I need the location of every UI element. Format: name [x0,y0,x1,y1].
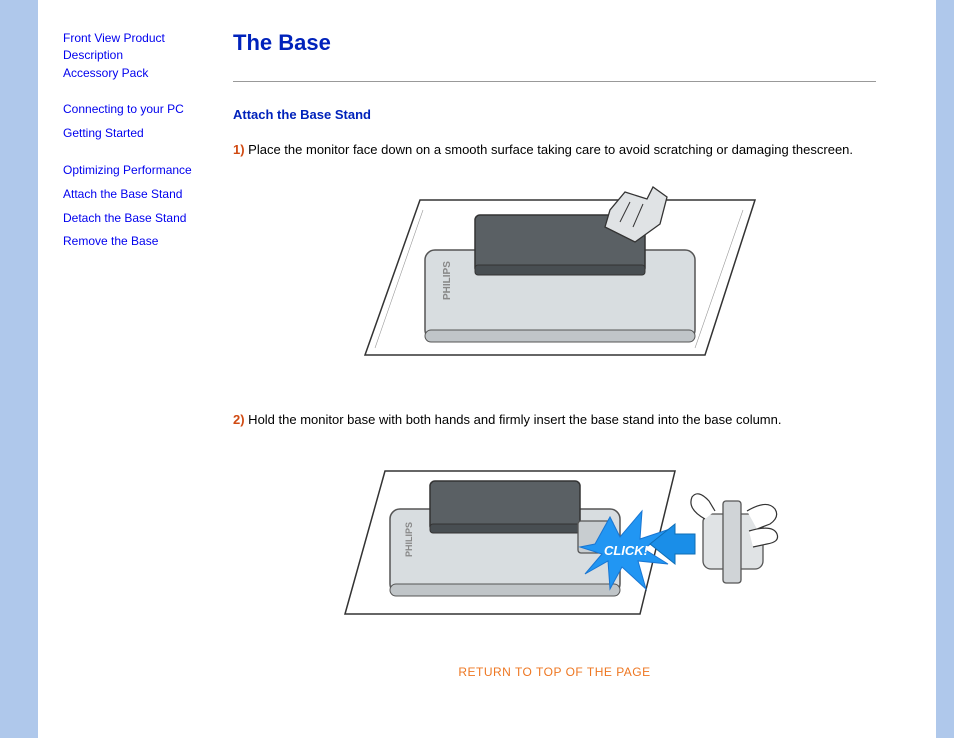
nav-link-accessory-pack[interactable]: Accessory Pack [63,65,213,82]
nav-link-attach-base[interactable]: Attach the Base Stand [63,186,213,203]
divider [233,81,876,82]
svg-text:PHILIPS: PHILIPS [442,260,453,299]
main-content: The Base Attach the Base Stand 1) Place … [223,0,936,738]
nav-link-getting-started[interactable]: Getting Started [63,125,213,142]
page-title: The Base [233,30,876,56]
monitor-facedown-illustration: PHILIPS [345,180,765,375]
step-1: 1) Place the monitor face down on a smoo… [233,140,876,160]
step-2-text: Hold the monitor base with both hands an… [245,412,782,427]
section-title: Attach the Base Stand [233,107,876,122]
step-1-text: Place the monitor face down on a smooth … [245,142,853,157]
illustration-1: PHILIPS [233,180,876,375]
nav-group-3: Optimizing Performance Attach the Base S… [63,162,213,250]
insert-base-illustration: PHILIPS CLICK! [330,449,780,629]
nav-group-2: Connecting to your PC Getting Started [63,101,213,142]
return-to-top-link[interactable]: RETURN TO TOP OF THE PAGE [458,665,650,679]
svg-text:CLICK!: CLICK! [603,543,648,558]
step-2-number: 2) [233,412,245,427]
left-accent-bar [0,0,38,738]
nav-link-optimizing[interactable]: Optimizing Performance [63,162,213,179]
step-2: 2) Hold the monitor base with both hands… [233,410,876,430]
nav-link-front-view[interactable]: Front View Product Description [63,30,213,64]
right-accent-bar [936,0,954,738]
sidebar-nav: Front View Product Description Accessory… [38,0,223,738]
step-1-number: 1) [233,142,245,157]
illustration-2: PHILIPS CLICK! [233,449,876,629]
svg-text:PHILIPS: PHILIPS [404,522,414,557]
nav-group-1: Front View Product Description Accessory… [63,30,213,81]
nav-link-remove-base[interactable]: Remove the Base [63,233,213,250]
nav-link-connecting-pc[interactable]: Connecting to your PC [63,101,213,118]
return-to-top: RETURN TO TOP OF THE PAGE [233,664,876,679]
nav-link-detach-base[interactable]: Detach the Base Stand [63,210,213,227]
